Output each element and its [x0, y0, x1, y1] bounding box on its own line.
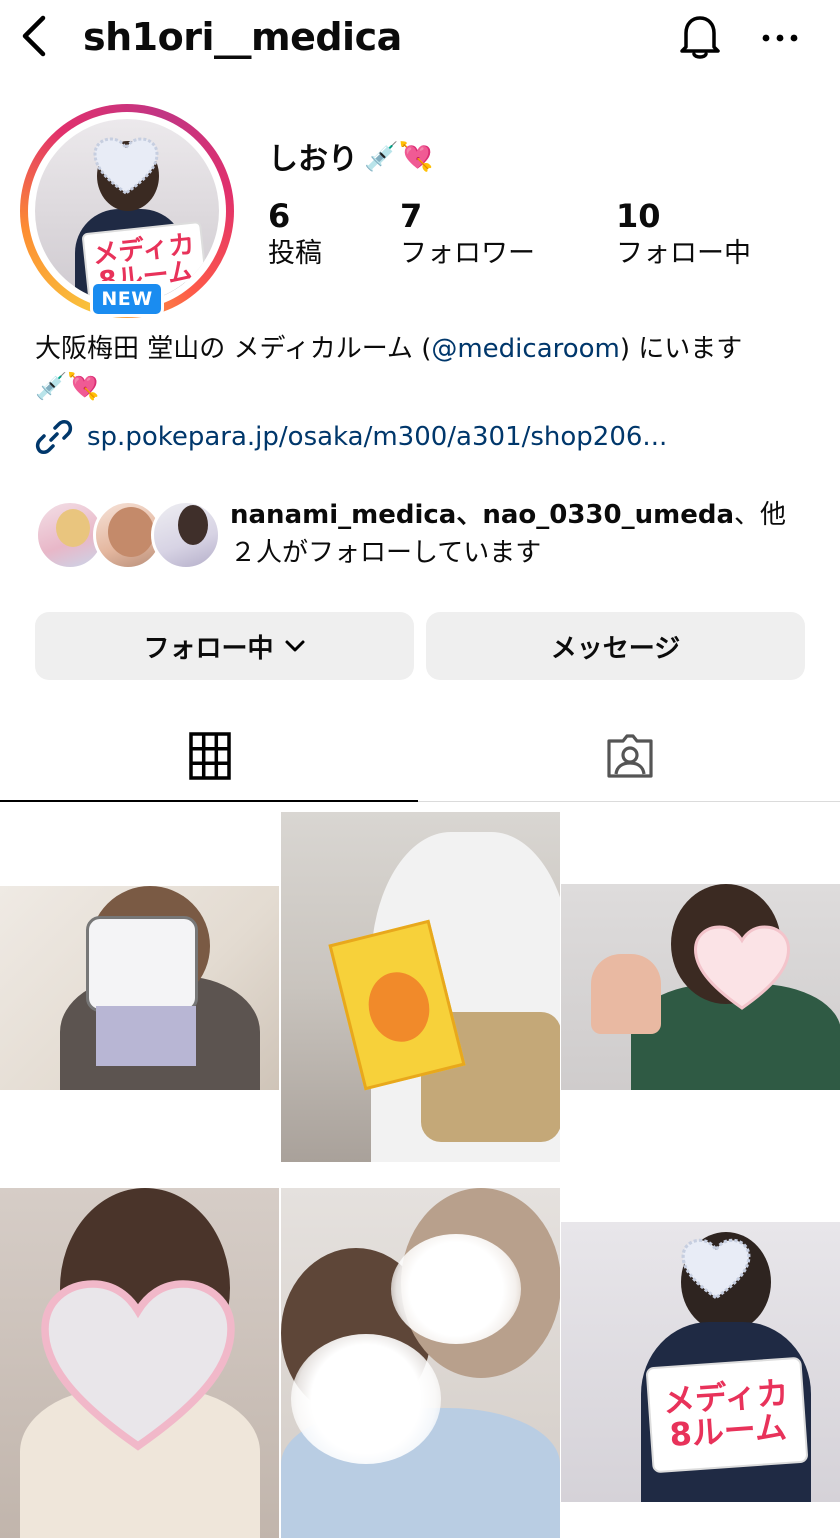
link-icon: [35, 420, 73, 454]
back-button[interactable]: [14, 14, 54, 58]
display-name: しおり 💉💘: [268, 139, 434, 178]
profile-bio: 大阪梅田 堂山の メディカルーム (@medicaroom) にいます: [35, 334, 743, 364]
more-options-button[interactable]: [756, 18, 804, 58]
tab-posts-grid[interactable]: [0, 710, 420, 802]
avatar-image: メディカ 8ルーム: [35, 119, 219, 303]
mutual-avatar: [151, 500, 221, 570]
grid-post[interactable]: メディカ 8ルーム: [561, 1188, 840, 1538]
grid-post[interactable]: [281, 812, 560, 1180]
tagged-icon: [607, 733, 653, 778]
more-icon: [762, 34, 798, 42]
profile-username: sh1ori__medica: [83, 15, 402, 59]
grid-icon: [189, 731, 231, 780]
followed-by-text: nanami_medica、nao_0330_umeda、他 ２人がフォローして…: [230, 500, 787, 568]
following-button[interactable]: フォロー中: [35, 612, 414, 680]
new-badge: NEW: [90, 281, 164, 317]
posts-grid: メディカ 8ルーム: [0, 812, 840, 1538]
bell-icon: [680, 16, 720, 59]
back-icon: [22, 15, 46, 57]
profile-avatar[interactable]: メディカ 8ルーム NEW: [20, 104, 234, 318]
bio-mention-link[interactable]: @medicaroom: [431, 334, 620, 364]
profile-link[interactable]: sp.pokepara.jp/osaka/m300/a301/shop206..…: [35, 418, 667, 456]
grid-post[interactable]: [0, 812, 279, 1180]
notifications-button[interactable]: [676, 12, 724, 62]
tab-tagged[interactable]: [420, 710, 840, 801]
name-emoji: 💉💘: [364, 139, 434, 173]
chevron-down-icon: [285, 640, 304, 652]
posts-stat[interactable]: 6 投稿: [268, 196, 322, 272]
following-stat[interactable]: 10 フォロー中: [616, 196, 751, 272]
profile-tabs: [0, 710, 840, 802]
followers-stat[interactable]: 7 フォロワー: [400, 196, 535, 272]
bio-emoji: 💉💘: [35, 372, 100, 402]
followed-by-row[interactable]: nanami_medica、nao_0330_umeda、他 ２人がフォローして…: [35, 496, 815, 576]
top-bar: sh1ori__medica: [0, 0, 840, 76]
grid-post[interactable]: [0, 1188, 279, 1538]
message-button[interactable]: メッセージ: [426, 612, 805, 680]
grid-post[interactable]: [561, 812, 840, 1180]
grid-post[interactable]: [281, 1188, 560, 1538]
